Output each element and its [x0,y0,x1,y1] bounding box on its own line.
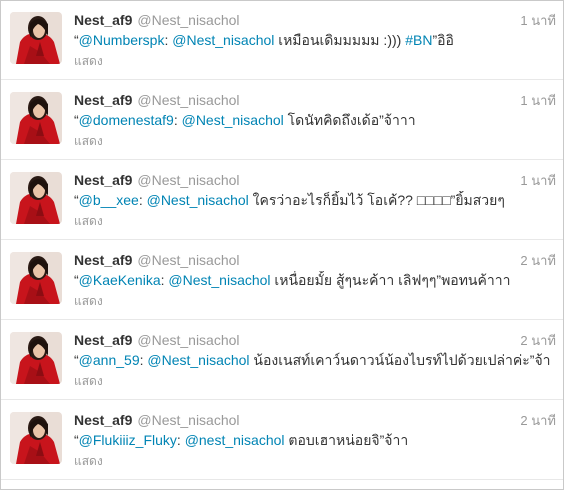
user-name[interactable]: Nest_af9 [74,412,132,428]
tweet-header: Nest_af9 @Nest_nisachol [74,252,240,268]
expand-link[interactable]: แสดง [74,134,103,149]
tweet-timeline: Nest_af9 @Nest_nisachol 1 นาที “@Numbersp… [0,0,564,490]
timestamp[interactable]: 1 นาที [520,93,556,109]
tweet-item[interactable]: Nest_af9 @Nest_nisachol 1 นาที “@b__xee: … [1,161,563,240]
tweet-text-segment: ใครว่าอะไรก็ยิ้มไว้ โอเค้?? □□□□”ยิ้มสวย… [248,192,505,208]
tweet-text-segment: : [138,192,147,208]
mention-link[interactable]: @KaeKenika [79,272,161,288]
timestamp[interactable]: 2 นาที [520,333,556,349]
mention-link[interactable]: @Nest_nisachol [172,32,274,48]
mention-link[interactable]: @Nest_nisachol [147,352,249,368]
tweet-text: “@b__xee: @Nest_nisachol ใครว่าอะไรก็ยิ้… [74,191,557,210]
user-handle[interactable]: @Nest_nisachol [137,172,239,188]
mention-link[interactable]: @nest_nisachol [185,432,285,448]
avatar[interactable] [10,412,62,464]
tweet-text: “@domenestaf9: @Nest_nisachol โดนัทคิดถึ… [74,111,557,130]
avatar[interactable] [10,252,62,304]
expand-link[interactable]: แสดง [74,454,103,469]
timestamp[interactable]: 2 นาที [520,413,556,429]
user-name[interactable]: Nest_af9 [74,252,132,268]
tweet-text-segment: โดนัทคิดถึงเด้อ”จ้าาา [283,112,416,128]
timestamp[interactable]: 1 นาที [520,13,556,29]
tweet-header: Nest_af9 @Nest_nisachol [74,412,240,428]
hashtag-link[interactable]: #BN [405,32,432,48]
user-handle[interactable]: @Nest_nisachol [137,12,239,28]
tweet-text-segment: เหนื่อยมั้ย สู้ๆนะค้าา เลิฟๆๆ”พอทนค้าาา [270,272,511,288]
mention-link[interactable]: @Flukiiiz_Fluky [79,432,177,448]
tweet-text: “@KaeKenika: @Nest_nisachol เหนื่อยมั้ย … [74,271,557,290]
tweet-text-segment: น้องเนสท์เคาว์นดาวน์น้องไบรท์ไปด้วยเปล่า… [249,352,551,368]
mention-link[interactable]: @b__xee [79,192,139,208]
avatar[interactable] [10,12,62,64]
mention-link[interactable]: @Nest_nisachol [168,272,270,288]
tweet-text-segment: เหมือนเดิมมมมม :))) [274,32,406,48]
user-handle[interactable]: @Nest_nisachol [137,252,239,268]
user-handle[interactable]: @Nest_nisachol [137,412,239,428]
mention-link[interactable]: @Nest_nisachol [182,112,284,128]
tweet-text-segment: ”อิอิ [432,32,454,48]
expand-link[interactable]: แสดง [74,294,103,309]
tweet-item[interactable]: Nest_af9 @Nest_nisachol 2 นาที “@KaeKenik… [1,241,563,320]
timestamp[interactable]: 2 นาที [520,253,556,269]
user-name[interactable]: Nest_af9 [74,332,132,348]
tweet-text-segment: : [173,112,182,128]
user-name[interactable]: Nest_af9 [74,92,132,108]
mention-link[interactable]: @ann_59 [79,352,140,368]
avatar[interactable] [10,92,62,144]
tweet-item[interactable]: Nest_af9 @Nest_nisachol 1 นาที “@Numbersp… [1,1,563,80]
user-name[interactable]: Nest_af9 [74,12,132,28]
avatar[interactable] [10,172,62,224]
user-handle[interactable]: @Nest_nisachol [137,332,239,348]
mention-link[interactable]: @Numberspk [79,32,165,48]
tweet-text: “@Flukiiiz_Fluky: @nest_nisachol ตอบเฮาห… [74,431,557,450]
tweet-text: “@Numberspk: @Nest_nisachol เหมือนเดิมมม… [74,31,557,50]
tweet-item[interactable]: Nest_af9 @Nest_nisachol 1 นาที “@domenest… [1,81,563,160]
tweet-header: Nest_af9 @Nest_nisachol [74,172,240,188]
tweet-header: Nest_af9 @Nest_nisachol [74,332,240,348]
expand-link[interactable]: แสดง [74,54,103,69]
mention-link[interactable]: @domenestaf9 [79,112,174,128]
user-handle[interactable]: @Nest_nisachol [137,92,239,108]
tweet-item[interactable]: Nest_af9 @Nest_nisachol 2 นาที “@ann_59: … [1,321,563,400]
tweet-item[interactable]: Nest_af9 @Nest_nisachol 2 นาที “@Flukiiiz… [1,401,563,480]
tweet-text-segment: ตอบเฮาหน่อยจิ”จ้าา [284,432,409,448]
avatar[interactable] [10,332,62,384]
tweet-text-segment: : [176,432,185,448]
timestamp[interactable]: 1 นาที [520,173,556,189]
tweet-header: Nest_af9 @Nest_nisachol [74,92,240,108]
mention-link[interactable]: @Nest_nisachol [147,192,249,208]
tweet-header: Nest_af9 @Nest_nisachol [74,12,240,28]
expand-link[interactable]: แสดง [74,214,103,229]
user-name[interactable]: Nest_af9 [74,172,132,188]
expand-link[interactable]: แสดง [74,374,103,389]
tweet-text: “@ann_59: @Nest_nisachol น้องเนสท์เคาว์น… [74,351,557,370]
